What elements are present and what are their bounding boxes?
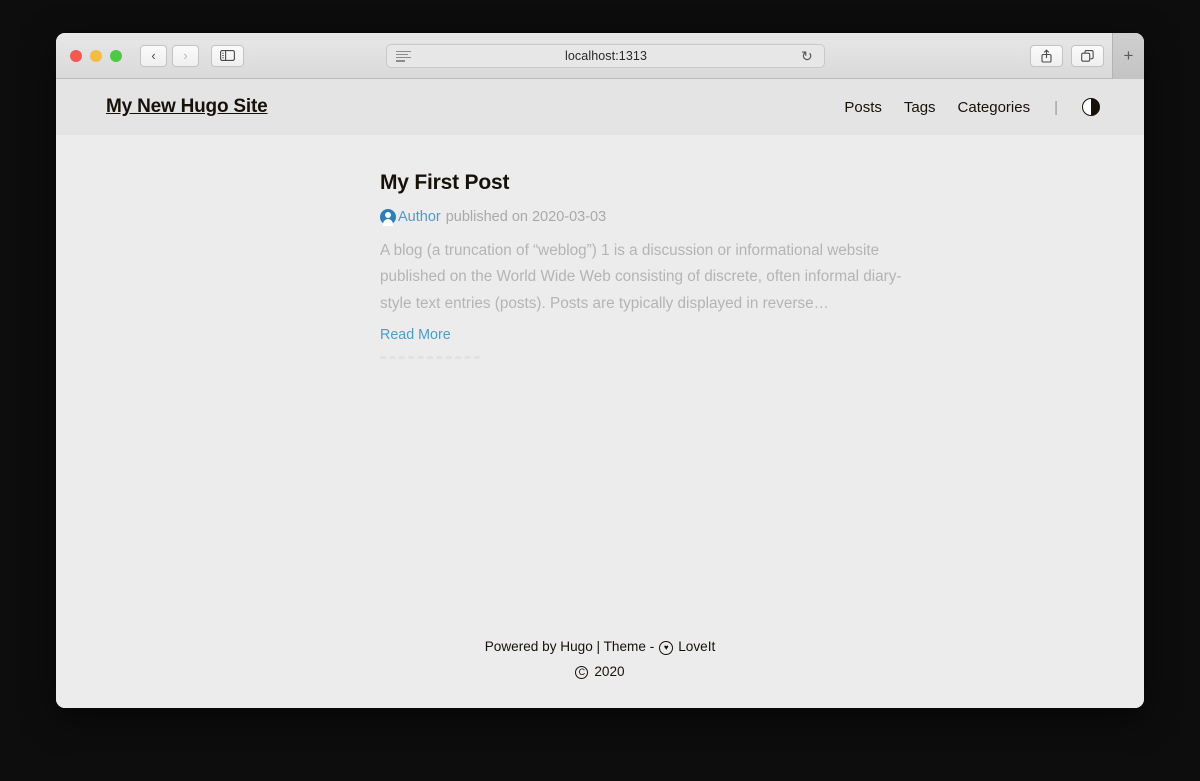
copyright-icon: C [575,666,589,680]
web-page-viewport: My New Hugo Site Posts Tags Categories |… [56,79,1144,708]
sidebar-toggle-button[interactable] [211,44,244,67]
footer-copyright-year: 2020 [594,663,625,679]
site-navigation: Posts Tags Categories | [844,98,1100,116]
footer-copyright-line: C 2020 [56,660,1144,684]
footer-theme-name[interactable]: LoveIt [678,635,715,659]
browser-toolbar: ‹ › localhost:1313 ↻ + [56,33,1144,79]
theme-switch-icon[interactable] [1082,98,1100,116]
post-meta: Author published on 2020-03-03 [380,209,920,226]
loveit-logo-icon: ♥ [659,641,674,656]
show-all-tabs-button[interactable] [1071,45,1104,67]
nav-item-categories[interactable]: Categories [958,99,1031,116]
safari-browser-window: ‹ › localhost:1313 ↻ + My New Hugo Site … [56,33,1144,708]
reload-icon[interactable]: ↻ [801,49,815,63]
share-icon [1041,49,1052,63]
chevron-right-icon: › [183,48,188,63]
sidebar-icon [220,50,235,61]
site-footer: Powered by Hugo | Theme - ♥ LoveIt C 202… [56,635,1144,708]
minimize-window-button[interactable] [90,49,102,62]
footer-powered-by-text: Powered by Hugo | Theme - [484,639,655,655]
page-content: My First Post Author published on 2020-0… [56,135,1144,635]
plus-icon: + [1123,46,1134,65]
post-separator [380,355,480,359]
address-bar[interactable]: localhost:1313 ↻ [386,44,825,68]
post-summary-card: My First Post Author published on 2020-0… [380,171,920,359]
maximize-window-button[interactable] [110,49,122,62]
post-author[interactable]: Author [398,209,441,225]
toolbar-right-group: + [1030,33,1144,79]
post-publish-date: published on 2020-03-03 [445,209,607,225]
desktop-backdrop: ‹ › localhost:1313 ↻ + My New Hugo Site … [0,0,1200,781]
close-window-button[interactable] [70,49,82,62]
navigation-buttons: ‹ › [140,44,199,67]
back-button[interactable]: ‹ [140,44,167,67]
author-avatar-icon [380,209,396,226]
new-tab-button[interactable]: + [1112,33,1144,79]
tabs-overview-icon [1081,49,1094,62]
reader-view-icon[interactable] [396,50,411,62]
post-title[interactable]: My First Post [380,171,920,195]
forward-button[interactable]: › [172,44,199,67]
footer-powered-by-line: Powered by Hugo | Theme - ♥ LoveIt [56,635,1144,659]
site-title-link[interactable]: My New Hugo Site [106,96,268,118]
share-button[interactable] [1030,45,1063,67]
url-text[interactable]: localhost:1313 [411,49,801,63]
site-header: My New Hugo Site Posts Tags Categories | [56,79,1144,135]
window-traffic-lights [70,49,122,62]
nav-divider: | [1054,98,1058,116]
nav-item-tags[interactable]: Tags [904,99,936,116]
read-more-link[interactable]: Read More [380,327,451,343]
chevron-left-icon: ‹ [151,48,156,63]
nav-item-posts[interactable]: Posts [844,99,882,116]
post-excerpt: A blog (a truncation of “weblog”) 1 is a… [380,242,902,312]
